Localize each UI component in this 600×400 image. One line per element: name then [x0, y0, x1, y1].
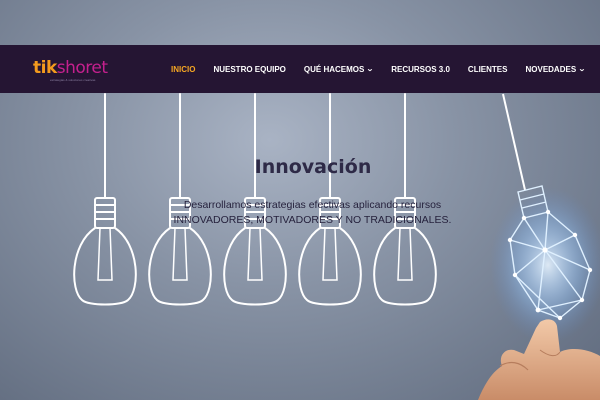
nav-item-label: RECURSOS 3.0: [391, 64, 450, 74]
nav-item-recursos[interactable]: RECURSOS 3.0: [391, 65, 450, 74]
nav-item-label: QUÉ HACEMOS: [303, 64, 365, 74]
top-navbar: tikshoret estrategias & soluciones creat…: [0, 45, 600, 93]
lightbulb-icon: [73, 93, 137, 306]
nav-item-inicio[interactable]: INICIO: [171, 65, 195, 74]
chevron-down-icon: ⌄: [578, 66, 586, 73]
glowing-lightbulb-icon: [490, 93, 600, 343]
chevron-down-icon: ⌄: [366, 66, 375, 73]
main-nav: INICIO NUESTRO EQUIPO QUÉ HACEMOS ⌄ RECU…: [171, 45, 586, 93]
nav-item-label: INICIO: [171, 64, 196, 74]
logo-text-shoret: shoret: [56, 58, 108, 78]
nav-item-clientes[interactable]: CLIENTES: [468, 65, 508, 74]
hero-description: Desarrollamos estrategias efectivas apli…: [140, 198, 485, 228]
brand-logo[interactable]: tikshoret: [33, 59, 108, 77]
nav-item-label: NOVEDADES: [525, 64, 577, 74]
pointing-hand-icon: [478, 319, 600, 400]
hero-title: Innovación: [254, 156, 372, 178]
logo-tagline: estrategias & soluciones creativas: [50, 78, 96, 82]
hero-description-line-1: Desarrollamos estrategias efectivas apli…: [183, 199, 442, 211]
nav-item-nuestro-equipo[interactable]: NUESTRO EQUIPO: [213, 65, 285, 74]
logo-text-tik: tik: [33, 58, 57, 78]
nav-item-novedades[interactable]: NOVEDADES ⌄: [525, 65, 585, 74]
hero-description-line-2: INNOVADORES, MOTIVADORES Y NO TRADICIONA…: [173, 214, 452, 226]
nav-item-que-hacemos[interactable]: QUÉ HACEMOS ⌄: [303, 64, 375, 74]
nav-item-label: NUESTRO EQUIPO: [213, 64, 286, 74]
nav-item-label: CLIENTES: [467, 64, 508, 74]
